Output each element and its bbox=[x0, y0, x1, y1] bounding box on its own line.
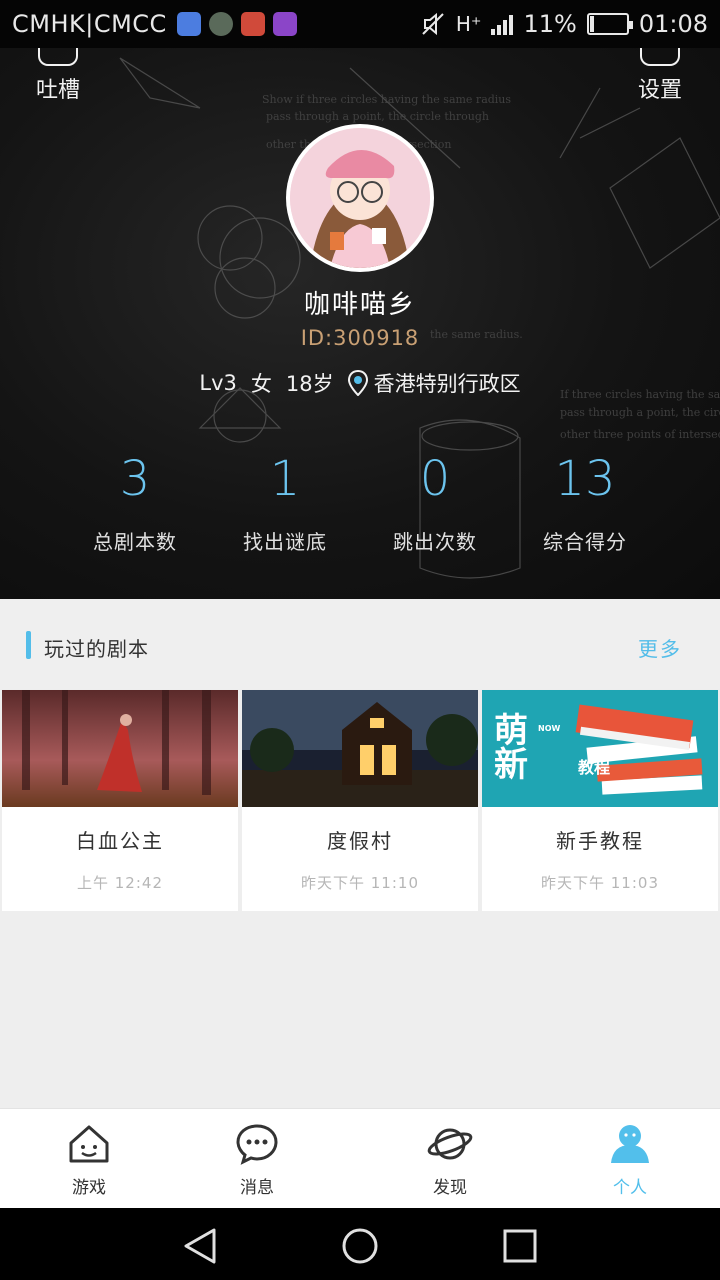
script-card[interactable]: NOW 萌新 教程 新手教程 昨天下午 11:03 bbox=[482, 690, 718, 911]
stat-value: 3 bbox=[119, 451, 151, 507]
network-type-label: H⁺ bbox=[455, 12, 482, 36]
svg-text:pass through a point, the circ: pass through a point, the circle through bbox=[560, 406, 720, 419]
bottom-tab-bar: 游戏 消息 发现 个人 bbox=[0, 1108, 720, 1208]
signal-icon bbox=[491, 13, 514, 35]
tab-label: 消息 bbox=[240, 1178, 274, 1198]
script-time: 昨天下午 11:03 bbox=[541, 874, 659, 892]
played-scripts-header: 玩过的剧本 更多 bbox=[0, 599, 720, 689]
chat-bubble-icon bbox=[236, 1124, 278, 1165]
avatar-illustration bbox=[290, 128, 430, 268]
settings-button[interactable]: 设置 bbox=[638, 48, 682, 104]
carrier-label: CMHK|CMCC bbox=[12, 10, 167, 38]
notification-icons bbox=[176, 12, 297, 36]
svg-text:Show if three circles having t: Show if three circles having the same ra… bbox=[262, 93, 511, 106]
clock: 01:08 bbox=[638, 10, 708, 38]
recents-icon[interactable] bbox=[502, 1226, 538, 1266]
home-icon[interactable] bbox=[340, 1226, 380, 1266]
section-title: 玩过的剧本 bbox=[44, 637, 149, 661]
stat-label: 综合得分 bbox=[543, 530, 627, 554]
script-card[interactable]: 白血公主 上午 12:42 bbox=[2, 690, 238, 911]
user-id: ID:300918 bbox=[300, 326, 420, 350]
script-time: 上午 12:42 bbox=[77, 874, 163, 892]
stat-label: 总剧本数 bbox=[93, 530, 177, 554]
battery-icon bbox=[586, 13, 633, 35]
stat-quits[interactable]: 0 跳出次数 bbox=[360, 448, 510, 555]
photo-app-icon bbox=[208, 12, 233, 36]
stat-label: 找出谜底 bbox=[243, 530, 327, 554]
profile-header: Show if three circles having the same ra… bbox=[0, 48, 720, 599]
script-thumbnail bbox=[2, 690, 238, 807]
stat-solved[interactable]: 1 找出谜底 bbox=[210, 448, 360, 555]
stats-row: 3 总剧本数 1 找出谜底 0 跳出次数 13 综合得分 bbox=[60, 448, 660, 555]
status-bar: CMHK|CMCC H⁺ 11% 01:08 bbox=[0, 0, 720, 48]
system-navigation-bar bbox=[0, 1208, 720, 1280]
app-screen: CMHK|CMCC H⁺ 11% 01:08 Show if three cir… bbox=[0, 0, 720, 1280]
script-title: 白血公主 bbox=[76, 829, 164, 853]
settings-label: 设置 bbox=[638, 78, 683, 103]
svg-text:other three points of intersec: other three points of intersection bbox=[560, 428, 720, 441]
tab-profile[interactable]: 个人 bbox=[585, 1123, 675, 1198]
settings-icon bbox=[640, 48, 680, 66]
tab-label: 游戏 bbox=[72, 1178, 106, 1198]
user-info-row: Lv3 女 18岁 香港特别行政区 bbox=[0, 368, 720, 398]
tab-label: 个人 bbox=[613, 1178, 647, 1198]
tab-messages[interactable]: 消息 bbox=[212, 1123, 302, 1198]
gallery-app-icon bbox=[272, 12, 297, 36]
script-card[interactable]: 度假村 昨天下午 11:10 bbox=[242, 690, 478, 911]
location: 香港特别行政区 bbox=[347, 368, 521, 398]
battery-percent: 11% bbox=[523, 10, 577, 38]
location-app-icon bbox=[176, 12, 201, 36]
tab-games[interactable]: 游戏 bbox=[44, 1123, 134, 1198]
script-time: 昨天下午 11:10 bbox=[301, 874, 419, 892]
stat-value: 0 bbox=[419, 451, 451, 507]
age-label: 18岁 bbox=[285, 372, 334, 396]
more-link[interactable]: 更多 bbox=[638, 633, 682, 662]
nickname: 咖啡喵乡 bbox=[303, 290, 416, 320]
house-face-icon bbox=[69, 1125, 109, 1163]
script-title: 新手教程 bbox=[556, 829, 644, 853]
stat-label: 跳出次数 bbox=[393, 530, 477, 554]
planet-icon bbox=[427, 1128, 473, 1160]
gender-label: 女 bbox=[250, 372, 272, 396]
mute-icon bbox=[422, 12, 444, 36]
back-icon[interactable] bbox=[180, 1226, 220, 1266]
stat-score[interactable]: 13 综合得分 bbox=[510, 448, 660, 555]
feedback-label: 吐槽 bbox=[36, 78, 81, 103]
stat-value: 1 bbox=[269, 451, 301, 507]
tab-discover[interactable]: 发现 bbox=[405, 1123, 495, 1198]
avatar[interactable] bbox=[286, 124, 434, 272]
section-accent-bar bbox=[26, 631, 31, 659]
played-scripts-list: 白血公主 上午 12:42 度假村 昨天下午 11:10 NOW 萌新 教程 新… bbox=[2, 690, 718, 911]
level-label: Lv3 bbox=[199, 371, 237, 395]
status-right: H⁺ 11% 01:08 bbox=[420, 10, 708, 38]
script-thumbnail bbox=[242, 690, 478, 807]
feedback-icon bbox=[38, 48, 78, 66]
thumb-sub-label: 教程 bbox=[578, 758, 611, 777]
svg-text:pass through a point, the circ: pass through a point, the circle through bbox=[266, 110, 489, 123]
stat-total-scripts[interactable]: 3 总剧本数 bbox=[60, 448, 210, 555]
script-title: 度假村 bbox=[327, 829, 393, 853]
script-thumbnail: NOW 萌新 教程 bbox=[482, 690, 718, 807]
thumb-main-label: 萌新 bbox=[494, 711, 528, 785]
tab-label: 发现 bbox=[433, 1178, 467, 1198]
location-pin-icon bbox=[347, 370, 368, 396]
thumb-now-label: NOW bbox=[538, 724, 561, 733]
person-icon bbox=[611, 1125, 649, 1163]
stat-value: 13 bbox=[554, 451, 616, 507]
feedback-button[interactable]: 吐槽 bbox=[36, 48, 80, 104]
tool-app-icon bbox=[240, 12, 265, 36]
location-label: 香港特别行政区 bbox=[373, 372, 521, 396]
